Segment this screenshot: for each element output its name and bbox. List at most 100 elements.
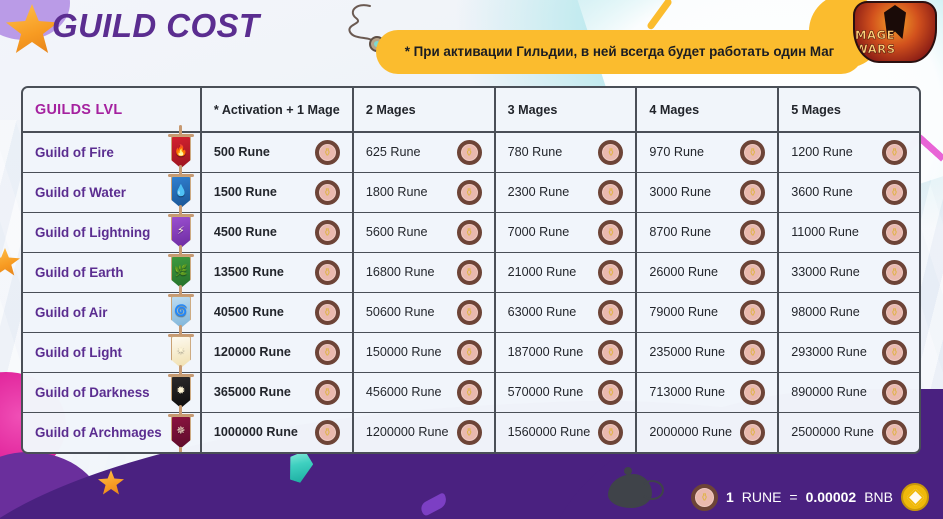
guild-banner-icon: ✵ [167, 405, 194, 452]
cost-cell: 13500 Rune ⚱ [200, 252, 354, 293]
cost-value: 4500 Rune [213, 225, 277, 239]
rune-coin-icon: ⚱ [598, 219, 624, 245]
mouse-icon [608, 467, 664, 508]
column-header-guilds-lvl: GUILDS LVL [23, 88, 202, 133]
cost-cell: 2500000 Rune ⚱ [778, 412, 919, 452]
cost-cell: 3000 Rune ⚱ [636, 172, 780, 213]
cost-cell: 2000000 Rune ⚱ [636, 412, 780, 452]
guild-cost-page: GUILD COST * При активации Гильдии, в не… [0, 0, 943, 519]
cost-cell: 21000 Rune ⚱ [494, 252, 638, 293]
rune-coin-icon: ⚱ [598, 379, 624, 405]
rune-coin-icon: ⚱ [456, 219, 482, 245]
cost-value: 26000 Rune [649, 265, 719, 279]
guild-sigil-icon: 💧 [174, 183, 188, 197]
rune-coin-icon: ⚱ [882, 259, 907, 285]
cost-value: 50600 Rune [365, 305, 435, 319]
guild-sigil-icon: 🌿 [174, 263, 188, 277]
cost-cell: 5600 Rune ⚱ [352, 212, 496, 253]
cost-value: 1200 Rune [791, 145, 853, 160]
guild-sigil-icon: ✹ [176, 383, 186, 397]
rune-coin-icon: ⚱ [882, 419, 907, 445]
cost-cell: 98000 Rune ⚱ [778, 292, 919, 333]
cost-value: 1500 Rune [213, 185, 277, 199]
rune-rate-badge: ⚱ 1 RUNE = 0.00002 BNB [690, 483, 929, 511]
guild-sigil-icon: 🌀 [174, 303, 188, 317]
guild-name-cell: Guild of Darkness ✹ [23, 365, 202, 419]
table-body: Guild of Fire 🔥 500 Rune ⚱ 625 Rune ⚱ 780 Rune… [23, 125, 919, 452]
rate-value: 0.00002 [805, 489, 857, 505]
cost-cell: 120000 Rune ⚱ [200, 332, 354, 373]
cost-value: 365000 Rune [213, 385, 291, 399]
bnb-coin-icon [901, 483, 929, 511]
table-row: Guild of Water 💧 1500 Rune ⚱ 1800 Rune ⚱ 2300 … [23, 165, 919, 219]
rune-coin-icon: ⚱ [740, 339, 766, 365]
cost-value: 79000 Rune [649, 305, 719, 319]
rate-equals: = [789, 489, 798, 505]
cost-value: 625 Rune [365, 145, 421, 160]
guild-name: Guild of Fire [35, 144, 114, 160]
cost-cell: 890000 Rune ⚱ [778, 372, 919, 413]
guild-name-cell: Guild of Water 💧 [23, 165, 202, 219]
cost-cell: 625 Rune ⚱ [352, 132, 496, 173]
rune-coin-icon: ⚱ [598, 259, 624, 285]
rune-coin-icon: ⚱ [456, 339, 482, 365]
rune-coin-icon: ⚱ [314, 179, 340, 205]
cost-cell: 713000 Rune ⚱ [636, 372, 780, 413]
rate-currency: BNB [864, 489, 893, 505]
rune-coin-icon: ⚱ [456, 299, 482, 325]
cost-cell: 1000000 Rune ⚱ [200, 412, 354, 452]
rune-coin-icon: ⚱ [882, 179, 907, 205]
guild-name-cell: Guild of Archmages ✵ [23, 405, 202, 452]
cost-value: 187000 Rune [507, 345, 584, 359]
column-header-3-mages: 3 Mages [494, 88, 638, 133]
cost-cell: 8700 Rune ⚱ [636, 212, 780, 253]
cost-value: 7000 Rune [507, 225, 570, 239]
cost-value: 1000000 Rune [213, 425, 298, 440]
cost-cell: 40500 Rune ⚱ [200, 292, 354, 333]
cost-cell: 187000 Rune ⚱ [494, 332, 638, 373]
cost-cell: 3600 Rune ⚱ [778, 172, 919, 213]
rate-amount: 1 [725, 489, 734, 505]
rune-coin-icon: ⚱ [314, 379, 340, 405]
cost-cell: 1500 Rune ⚱ [200, 172, 354, 213]
guild-name: Guild of Archmages [35, 424, 162, 440]
cost-value: 120000 Rune [213, 345, 291, 359]
guild-name-cell: Guild of Lightning ⚡ [23, 205, 202, 259]
rune-coin-icon: ⚱ [740, 139, 766, 165]
rune-coin-icon: ⚱ [456, 139, 482, 165]
guild-sigil-icon: ✵ [176, 423, 186, 437]
guild-sigil-icon: 🔥 [174, 143, 188, 157]
cost-cell: 4500 Rune ⚱ [200, 212, 354, 253]
notice-banner: * При активации Гильдии, в ней всегда бу… [376, 30, 863, 74]
cost-cell: 7000 Rune ⚱ [494, 212, 638, 253]
cost-cell: 365000 Rune ⚱ [200, 372, 354, 413]
cost-value: 570000 Rune [507, 385, 584, 399]
guild-cost-table: GUILDS LVL * Activation + 1 Mage 2 Mages… [23, 88, 919, 452]
cost-cell: 33000 Rune ⚱ [778, 252, 919, 293]
cost-value: 780 Rune [507, 145, 563, 160]
rune-coin-icon: ⚱ [598, 139, 624, 165]
cost-cell: 970 Rune ⚱ [636, 132, 780, 173]
rune-coin-icon: ⚱ [690, 483, 718, 511]
guild-name: Guild of Light [35, 344, 123, 360]
table-head: GUILDS LVL * Activation + 1 Mage 2 Mages… [23, 88, 919, 133]
rune-coin-icon: ⚱ [598, 179, 624, 205]
rune-coin-icon: ⚱ [740, 219, 766, 245]
guild-name-cell: Guild of Earth 🌿 [23, 245, 202, 299]
cost-cell: 456000 Rune ⚱ [352, 372, 496, 413]
cost-value: 456000 Rune [365, 385, 442, 399]
cost-cell: 235000 Rune ⚱ [636, 332, 780, 373]
table-row: Guild of Air 🌀 40500 Rune ⚱ 50600 Rune ⚱ 63000… [23, 285, 919, 339]
cost-cell: 16800 Rune ⚱ [352, 252, 496, 293]
cost-cell: 63000 Rune ⚱ [494, 292, 638, 333]
cost-value: 1560000 Rune [507, 425, 591, 440]
cost-value: 500 Rune [213, 145, 270, 160]
brand-logo: MAGE WARS [853, 1, 937, 63]
table-row: Guild of Light ✷ 120000 Rune ⚱ 150000 Rune ⚱ 1… [23, 325, 919, 379]
column-header-5-mages: 5 Mages [778, 88, 919, 133]
cost-cell: 1200 Rune ⚱ [778, 132, 919, 173]
cost-value: 235000 Rune [649, 345, 726, 359]
cost-value: 1800 Rune [365, 185, 428, 199]
table-row: Guild of Archmages ✵ 1000000 Rune ⚱ 1200000 … [23, 405, 919, 452]
cost-cell: 50600 Rune ⚱ [352, 292, 496, 333]
